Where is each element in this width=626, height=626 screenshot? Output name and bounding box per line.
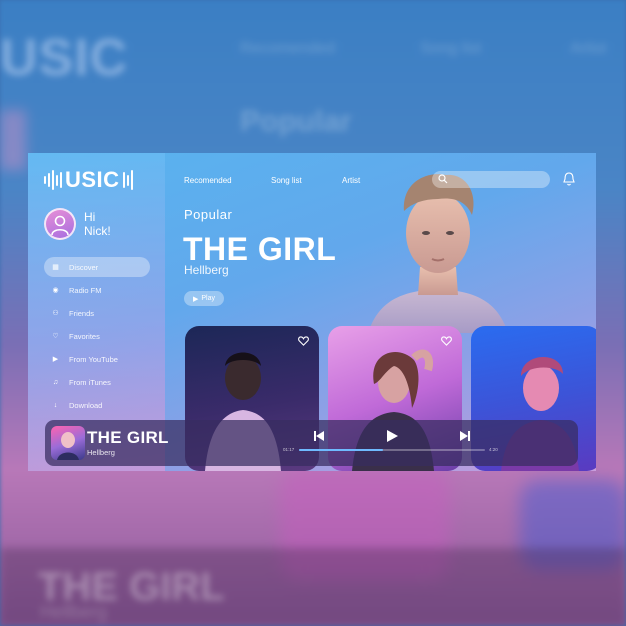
grid-icon: ▦ (52, 264, 59, 271)
itunes-icon: ♫ (52, 378, 59, 386)
play-button-label: Play (201, 295, 215, 302)
heart-icon: ♡ (52, 333, 59, 340)
sidebar-item-radio-fm[interactable]: ◉ Radio FM (44, 280, 150, 300)
background-section-title: Popular (240, 105, 352, 138)
sidebar-item-label: Friends (69, 308, 95, 318)
youtube-icon: ▶ (52, 356, 59, 363)
sidebar-item-label: Radio FM (69, 285, 102, 295)
tab-recommended[interactable]: Recomended (184, 176, 232, 185)
time-elapsed: 01:17 (283, 447, 295, 452)
player-bar: THE GIRL Hellberg 01:17 4:20 (45, 420, 578, 466)
artist-photo (368, 174, 508, 333)
friends-icon: ⚇ (52, 310, 59, 317)
greeting-hi: Hi (84, 210, 96, 224)
logo[interactable]: USIC (44, 167, 133, 193)
sidebar-item-itunes[interactable]: ♫ From iTunes (44, 372, 150, 392)
avatar[interactable] (44, 208, 76, 240)
greeting-name: Nick! (84, 224, 111, 238)
progress-fill (299, 449, 383, 451)
search-icon (438, 174, 448, 184)
progress-track[interactable] (299, 449, 485, 451)
sidebar-item-label: Download (69, 400, 103, 410)
sidebar-item-friends[interactable]: ⚇ Friends (44, 303, 150, 323)
next-icon[interactable] (460, 430, 470, 442)
user-profile[interactable]: Hi Nick! (44, 208, 111, 240)
play-icon: ▶ (192, 295, 199, 303)
background-nav-recommended: Recomended (240, 40, 336, 57)
play-button[interactable]: ▶ Play (184, 291, 224, 306)
sidebar-menu: ▦ Discover ◉ Radio FM ⚇ Friends ♡ Favori… (44, 257, 150, 418)
background-nav-songlist: Song list (420, 40, 482, 57)
play-icon[interactable] (387, 430, 398, 442)
sidebar-item-label: From YouTube (69, 354, 118, 364)
download-icon: ↓ (53, 401, 58, 409)
player-album-art[interactable] (51, 426, 85, 460)
bell-icon[interactable] (562, 171, 576, 187)
album-art-photo (57, 432, 79, 460)
search-input[interactable] (432, 171, 550, 188)
background-nav-artist: Artist (570, 40, 607, 57)
player-track-artist: Hellberg (87, 448, 115, 457)
app-window: USIC Hi Nick! ▦ Discover ◉ Radio FM ⚇ Fr… (28, 153, 596, 471)
greeting: Hi Nick! (84, 210, 111, 238)
section-title: Popular (184, 207, 233, 222)
background-track-artist: Hellberg (40, 602, 108, 622)
logo-text: USIC (65, 167, 120, 192)
progress-bar[interactable]: 01:17 4:20 (283, 447, 505, 454)
time-total: 4:20 (489, 447, 498, 452)
background-shape (0, 110, 26, 170)
previous-icon[interactable] (314, 430, 324, 442)
user-icon (51, 215, 69, 236)
player-track-title: THE GIRL (87, 428, 169, 447)
sidebar-item-youtube[interactable]: ▶ From YouTube (44, 349, 150, 369)
sidebar-item-label: From iTunes (69, 377, 111, 387)
sidebar-item-discover[interactable]: ▦ Discover (44, 257, 150, 277)
sidebar-item-label: Favorites (69, 331, 100, 341)
heart-icon[interactable] (441, 336, 452, 346)
logo-waveform-icon (44, 169, 62, 191)
sidebar-item-label: Discover (69, 262, 99, 272)
tab-song-list[interactable]: Song list (271, 176, 302, 185)
sidebar-item-download[interactable]: ↓ Download (44, 395, 150, 415)
background-logo: USIC (0, 29, 129, 87)
heart-icon[interactable] (298, 336, 309, 346)
featured-artist-name: Hellberg (184, 263, 229, 277)
logo-waveform-icon (122, 169, 133, 191)
radio-icon: ◉ (52, 287, 59, 294)
sidebar-item-favorites[interactable]: ♡ Favorites (44, 326, 150, 346)
